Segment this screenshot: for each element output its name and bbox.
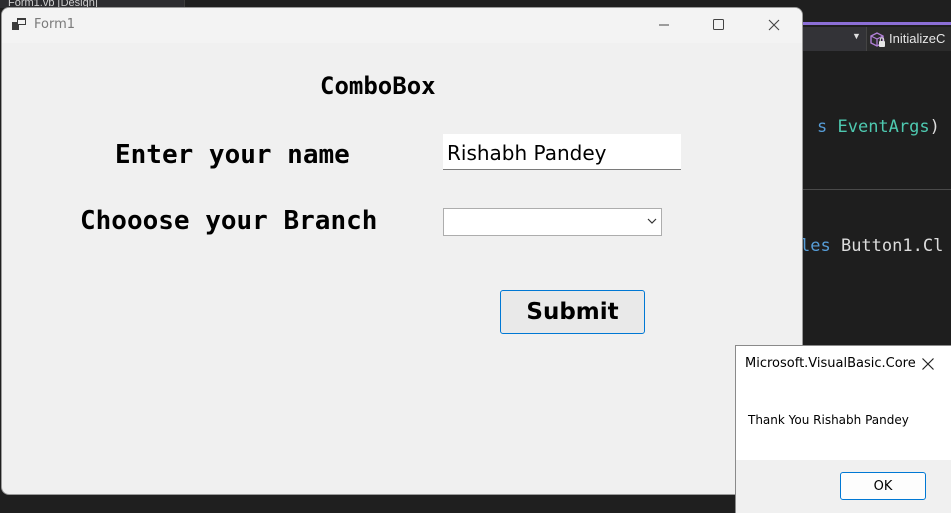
chevron-down-icon [647,218,657,224]
close-button[interactable] [751,8,797,41]
code-token: les [800,236,841,256]
branch-combobox[interactable] [443,208,662,236]
minimize-icon [659,24,669,25]
form-title: Form1 [34,17,76,32]
close-icon[interactable] [920,356,936,372]
message-box-text: Thank You Rishabh Pandey [748,413,909,427]
submit-button[interactable]: Submit [500,290,645,334]
form-titlebar[interactable]: Form1 [2,8,802,43]
form-heading: ComboBox [320,72,436,100]
ide-document-tab[interactable]: Form1.vb [Design] [0,0,185,8]
chevron-down-icon: ▼ [852,31,861,41]
code-token: Button1.Cl [840,236,944,256]
message-box: Microsoft.VisualBasic.Core Thank You Ris… [736,346,951,513]
code-line-1: s EventArgs) Ha [817,117,951,137]
maximize-button[interactable] [695,8,741,41]
code-token: s [817,117,838,137]
ok-button[interactable]: OK [840,472,926,500]
close-icon [768,19,780,30]
maximize-icon [712,19,724,30]
ide-member-dropdown[interactable]: InitializeC [868,27,945,51]
code-line-2: les Button1.Cl [800,236,943,256]
name-input[interactable] [443,134,681,170]
message-box-title: Microsoft.VisualBasic.Core [745,356,916,371]
ide-type-dropdown[interactable]: ▼ [800,27,867,51]
ide-document-tab-label: Form1.vb [Design] [8,0,98,8]
code-divider [800,189,951,190]
form1-window: Form1 ComboBox Enter your name Chooose y… [2,8,802,494]
message-box-footer: OK [736,460,951,513]
ide-navigation-bar: ▼ InitializeC [800,27,951,51]
form-app-icon [12,18,26,30]
class-cube-icon [870,31,885,47]
branch-label: Chooose your Branch [80,206,378,236]
ide-active-accent [800,22,951,25]
code-token: ) [929,117,951,137]
ide-member-name: InitializeC [889,31,946,46]
minimize-button[interactable] [641,8,687,41]
name-label: Enter your name [115,140,350,170]
code-token: EventArgs [837,117,930,137]
